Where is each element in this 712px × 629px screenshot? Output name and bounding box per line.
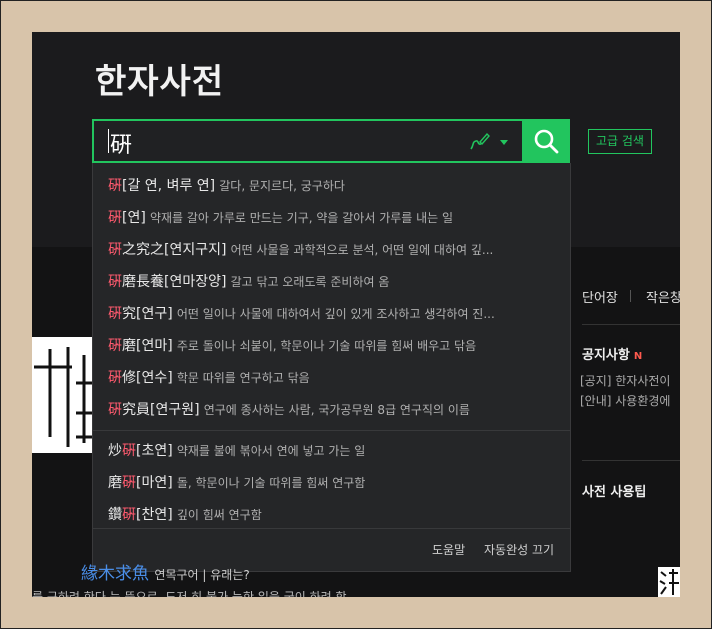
page-title: 한자사전	[95, 62, 225, 102]
calligraphy-thumbnail	[658, 567, 680, 597]
search-input[interactable]: 硏	[110, 127, 132, 159]
handwriting-pen-icon[interactable]	[468, 130, 490, 152]
text-caret	[108, 129, 109, 153]
tab-separator	[630, 290, 631, 302]
autocomplete-item[interactable]: 鑽硏[찬연] 깊이 힘써 연구함	[108, 504, 553, 524]
autocomplete-item[interactable]: 硏修[연수] 학문 따위를 연구하고 닦음	[108, 367, 553, 387]
magnifier-icon	[534, 129, 559, 154]
tips-title[interactable]: 사전 사용팁	[582, 481, 646, 500]
proverb-description: 를 구하려 한다 는 뜻으로, 도저 히 불가 능한 일을 굳이 하려 함	[32, 590, 347, 597]
sidebar-divider	[582, 460, 680, 461]
autocomplete-item[interactable]: 硏究[연구] 어떤 일이나 사물에 대하여서 깊이 있게 조사하고 생각하여 진…	[108, 303, 553, 323]
new-badge: N	[633, 351, 643, 362]
tab-small-window[interactable]: 작은창	[646, 287, 680, 306]
autocomplete-item[interactable]: 硏究員[연구원] 연구에 종사하는 사람, 국가공무원 8급 연구직의 이름	[108, 399, 553, 419]
autocomplete-divider	[93, 430, 570, 431]
autocomplete-footer-divider	[93, 528, 570, 529]
autocomplete-off-link[interactable]: 자동완성 끄기	[484, 541, 554, 558]
search-input-box[interactable]: 硏	[92, 119, 570, 163]
notice-item[interactable]: [공지] 한자사전이	[580, 372, 670, 389]
search-button[interactable]	[522, 119, 570, 163]
autocomplete-dropdown: 硏[갈 연, 벼루 연] 갈다, 문지르다, 궁구하다 硏[연] 약재를 갈아 …	[92, 163, 571, 572]
notice-item[interactable]: [안내] 사용환경에	[580, 392, 670, 409]
help-link[interactable]: 도움말	[432, 541, 465, 558]
autocomplete-item[interactable]: 硏[갈 연, 벼루 연] 갈다, 문지르다, 궁구하다	[108, 175, 553, 195]
sidebar-divider	[582, 324, 680, 325]
advanced-search-button[interactable]: 고급 검색	[588, 129, 652, 154]
autocomplete-item[interactable]: 硏磨[연마] 주로 돌이나 쇠붙이, 학문이나 기술 따위를 힘써 배우고 닦음	[108, 335, 553, 355]
notice-title[interactable]: 공지사항 N	[582, 344, 642, 363]
autocomplete-item[interactable]: 硏之究之[연지구지] 어떤 사물을 과학적으로 분석, 어떤 일에 대하여 깊.…	[108, 239, 553, 259]
autocomplete-item[interactable]: 炒硏[초연] 약재를 불에 볶아서 연에 넣고 가는 일	[108, 440, 553, 460]
tab-wordbook[interactable]: 단어장	[582, 287, 618, 306]
autocomplete-item[interactable]: 磨硏[마연] 돌, 학문이나 기술 따위를 힘써 연구함	[108, 472, 553, 492]
chevron-down-icon[interactable]	[500, 140, 508, 145]
autocomplete-item[interactable]: 硏[연] 약재를 갈아 가루로 만드는 기구, 약을 갈아서 가루를 내는 일	[108, 207, 553, 227]
calligraphy-image	[32, 337, 92, 453]
proverb-link[interactable]: 緣木求魚 연목구어 | 유래는?	[81, 559, 250, 584]
dictionary-page: 한자사전 硏 고급 검색 硏[갈 연, 벼루 연] 갈다, 문지르다, 궁구하다…	[32, 32, 680, 597]
autocomplete-item[interactable]: 硏磨長養[연마장양] 갈고 닦고 오래도록 준비하여 옴	[108, 271, 553, 291]
